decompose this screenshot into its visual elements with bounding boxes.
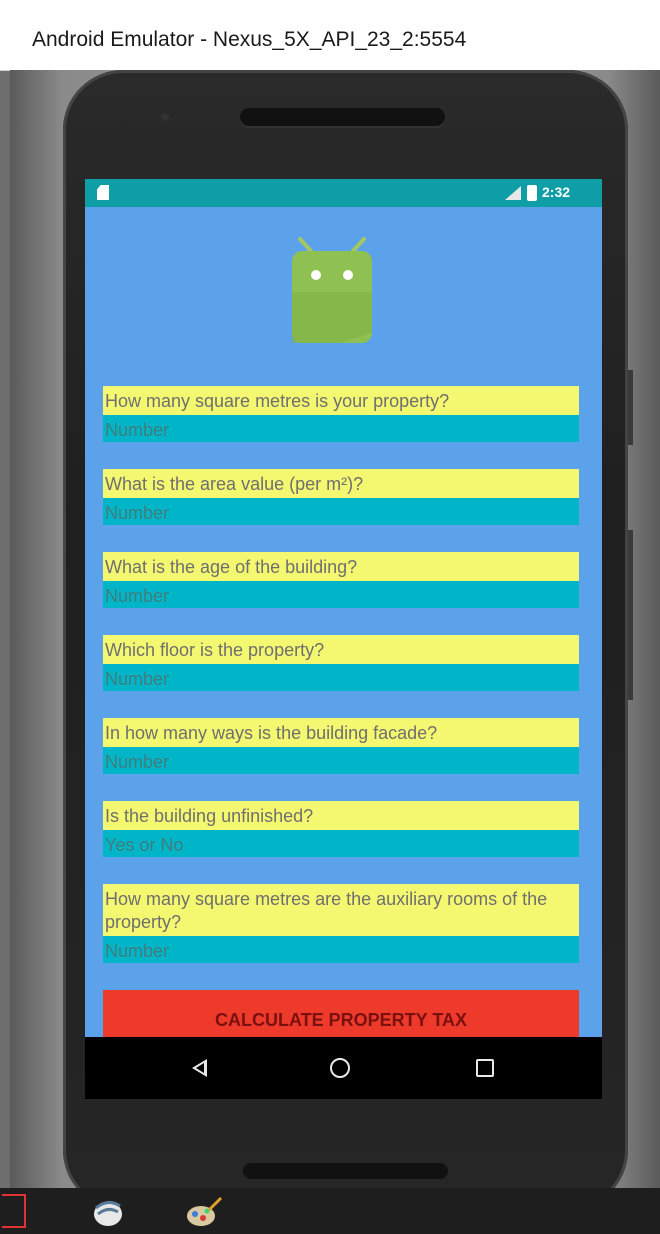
question-label: How many square metres is your property?: [103, 386, 579, 415]
status-bar: 2:32: [85, 179, 602, 207]
host-taskbar: [0, 1188, 660, 1234]
question-label: What is the age of the building?: [103, 552, 579, 581]
field-auxiliary-rooms: How many square metres are the auxiliary…: [103, 884, 579, 963]
taskbar-app-icon[interactable]: [2, 1194, 26, 1228]
calculate-tax-button[interactable]: CALCULATE PROPERTY TAX: [103, 990, 579, 1040]
field-square-metres: How many square metres is your property?…: [103, 386, 579, 442]
top-speaker: [240, 108, 445, 126]
signal-icon: [505, 186, 521, 200]
device-screen: 2:32 How many square metres is your prop…: [85, 179, 602, 1099]
facade-input[interactable]: Number: [103, 747, 579, 774]
window-titlebar: Android Emulator - Nexus_5X_API_23_2:555…: [0, 0, 660, 71]
paint-palette-icon[interactable]: [183, 1196, 223, 1226]
field-area-value: What is the area value (per m²)? Number: [103, 469, 579, 525]
square-metres-input[interactable]: Number: [103, 415, 579, 442]
back-icon[interactable]: [192, 1059, 207, 1077]
question-label: How many square metres are the auxiliary…: [103, 884, 579, 936]
auxiliary-rooms-input[interactable]: Number: [103, 936, 579, 963]
building-age-input[interactable]: Number: [103, 581, 579, 608]
power-button[interactable]: [628, 370, 633, 445]
floor-input[interactable]: Number: [103, 664, 579, 691]
taskbar-app-icon[interactable]: [88, 1196, 126, 1226]
property-tax-form: How many square metres is your property?…: [103, 386, 579, 1040]
question-label: Which floor is the property?: [103, 635, 579, 664]
volume-button[interactable]: [628, 530, 633, 700]
question-label: In how many ways is the building facade?: [103, 718, 579, 747]
question-label: What is the area value (per m²)?: [103, 469, 579, 498]
recents-icon[interactable]: [476, 1059, 494, 1077]
android-app-icon: [292, 237, 372, 343]
field-floor: Which floor is the property? Number: [103, 635, 579, 691]
battery-icon: [527, 185, 537, 201]
sd-card-icon: [97, 185, 109, 200]
status-time: 2:32: [542, 184, 571, 200]
area-value-input[interactable]: Number: [103, 498, 579, 525]
navigation-bar: [85, 1037, 602, 1099]
field-unfinished: Is the building unfinished? Yes or No: [103, 801, 579, 857]
home-icon[interactable]: [330, 1058, 350, 1078]
unfinished-input[interactable]: Yes or No: [103, 830, 579, 857]
front-camera: [161, 113, 169, 121]
field-facade: In how many ways is the building facade?…: [103, 718, 579, 774]
window-title: Android Emulator - Nexus_5X_API_23_2:555…: [32, 28, 467, 51]
question-label: Is the building unfinished?: [103, 801, 579, 830]
field-building-age: What is the age of the building? Number: [103, 552, 579, 608]
bottom-speaker: [243, 1163, 448, 1179]
